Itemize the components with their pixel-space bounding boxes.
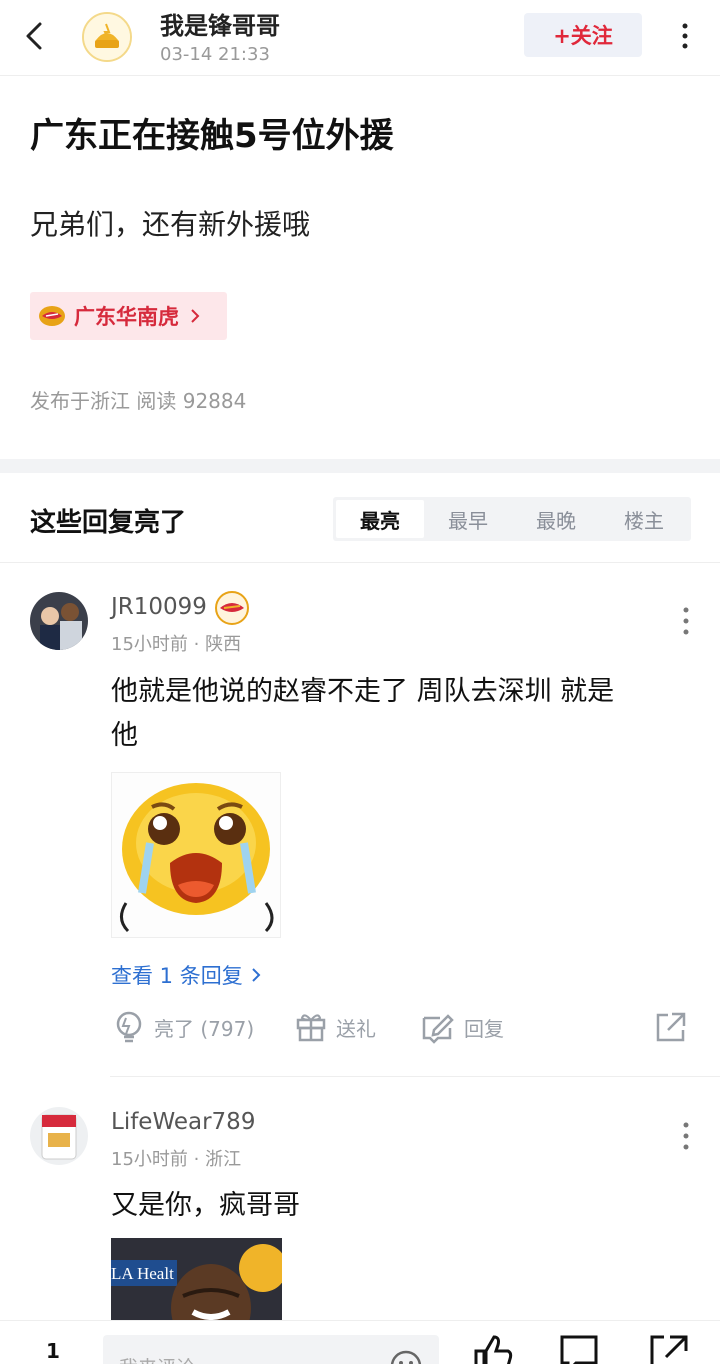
- follow-label: +关注: [553, 24, 613, 48]
- divider-line: [110, 1076, 720, 1077]
- team-tag[interactable]: 广东华南虎: [30, 292, 227, 340]
- photo-sign-text: LA Healt: [111, 1264, 174, 1283]
- author-name[interactable]: 我是锋哥哥: [160, 6, 280, 41]
- comment-text-cont: 他: [111, 720, 138, 751]
- comments-heading: 这些回复亮了: [30, 508, 187, 538]
- team-logo-icon: [38, 304, 66, 328]
- sort-tab-earliest[interactable]: 最早: [424, 500, 512, 538]
- top-bar: 我是锋哥哥 03-14 21:33 +关注: [0, 0, 720, 76]
- author-avatar[interactable]: [82, 12, 132, 62]
- section-divider: [0, 459, 720, 473]
- post-title: 广东正在接触5号位外援: [30, 116, 394, 156]
- comment-actions: 亮了 (797) 送礼 回复: [112, 1010, 692, 1050]
- post-meta: 发布于浙江 阅读 92884: [30, 389, 247, 413]
- like-button[interactable]: 亮了 (797): [112, 1010, 254, 1044]
- commenter-name[interactable]: JR10099: [111, 594, 207, 620]
- more-vertical-icon[interactable]: [676, 1121, 696, 1151]
- sort-tabs: 最亮 最早 最晚 楼主: [333, 497, 691, 541]
- commenter-name[interactable]: LifeWear789: [111, 1109, 255, 1135]
- follow-button[interactable]: +关注: [524, 13, 642, 57]
- chevron-right-icon: [191, 309, 200, 323]
- chevron-left-icon[interactable]: [20, 20, 52, 52]
- chevron-right-icon: [252, 968, 261, 982]
- lightbulb-icon: [116, 1011, 142, 1043]
- sort-tab-op[interactable]: 楼主: [600, 500, 688, 538]
- reply-label: 回复: [464, 1016, 504, 1041]
- team-tag-label: 广东华南虎: [74, 305, 179, 329]
- comment-time-location: 15小时前 · 陕西: [111, 634, 242, 655]
- bottom-bar: 1 我来评论: [0, 1320, 720, 1364]
- sort-tab-latest[interactable]: 最晚: [512, 500, 600, 538]
- reaction-photo[interactable]: LA Healt: [111, 1238, 282, 1320]
- page-count[interactable]: 1: [46, 1339, 60, 1363]
- gift-icon: [296, 1014, 326, 1042]
- smiley-icon[interactable]: [389, 1349, 423, 1364]
- share-icon[interactable]: [648, 1333, 690, 1364]
- more-vertical-icon[interactable]: [676, 606, 696, 636]
- crying-emoji-image[interactable]: [111, 772, 281, 938]
- commenter-avatar[interactable]: [30, 1107, 88, 1165]
- comment-icon[interactable]: [558, 1333, 600, 1364]
- more-vertical-icon[interactable]: [672, 22, 698, 50]
- sort-tab-hot[interactable]: 最亮: [336, 500, 424, 538]
- gift-label: 送礼: [336, 1016, 376, 1041]
- comment-input[interactable]: 我来评论: [103, 1335, 439, 1364]
- comment-text: 他就是他说的赵睿不走了 周队去深圳 就是: [111, 676, 615, 707]
- post-time: 03-14 21:33: [160, 44, 270, 65]
- commenter-avatar[interactable]: [30, 592, 88, 650]
- divider-line: [0, 562, 720, 563]
- view-replies-label: 查看 1 条回复: [111, 964, 243, 988]
- edit-icon: [422, 1014, 454, 1044]
- share-button[interactable]: [654, 1010, 688, 1044]
- gift-button[interactable]: 送礼: [294, 1010, 376, 1044]
- comment-time-location: 15小时前 · 浙江: [111, 1149, 242, 1170]
- team-badge-icon: [214, 590, 250, 626]
- thumbs-up-icon[interactable]: [472, 1333, 514, 1364]
- reply-button[interactable]: 回复: [420, 1010, 504, 1044]
- share-icon: [656, 1012, 686, 1042]
- comment-input-placeholder: 我来评论: [119, 1353, 195, 1364]
- like-label: 亮了 (797): [154, 1016, 255, 1041]
- comment-text: 又是你，疯哥哥: [111, 1190, 300, 1221]
- view-replies-link[interactable]: 查看 1 条回复: [111, 960, 263, 990]
- post-body: 兄弟们，还有新外援哦: [30, 208, 311, 241]
